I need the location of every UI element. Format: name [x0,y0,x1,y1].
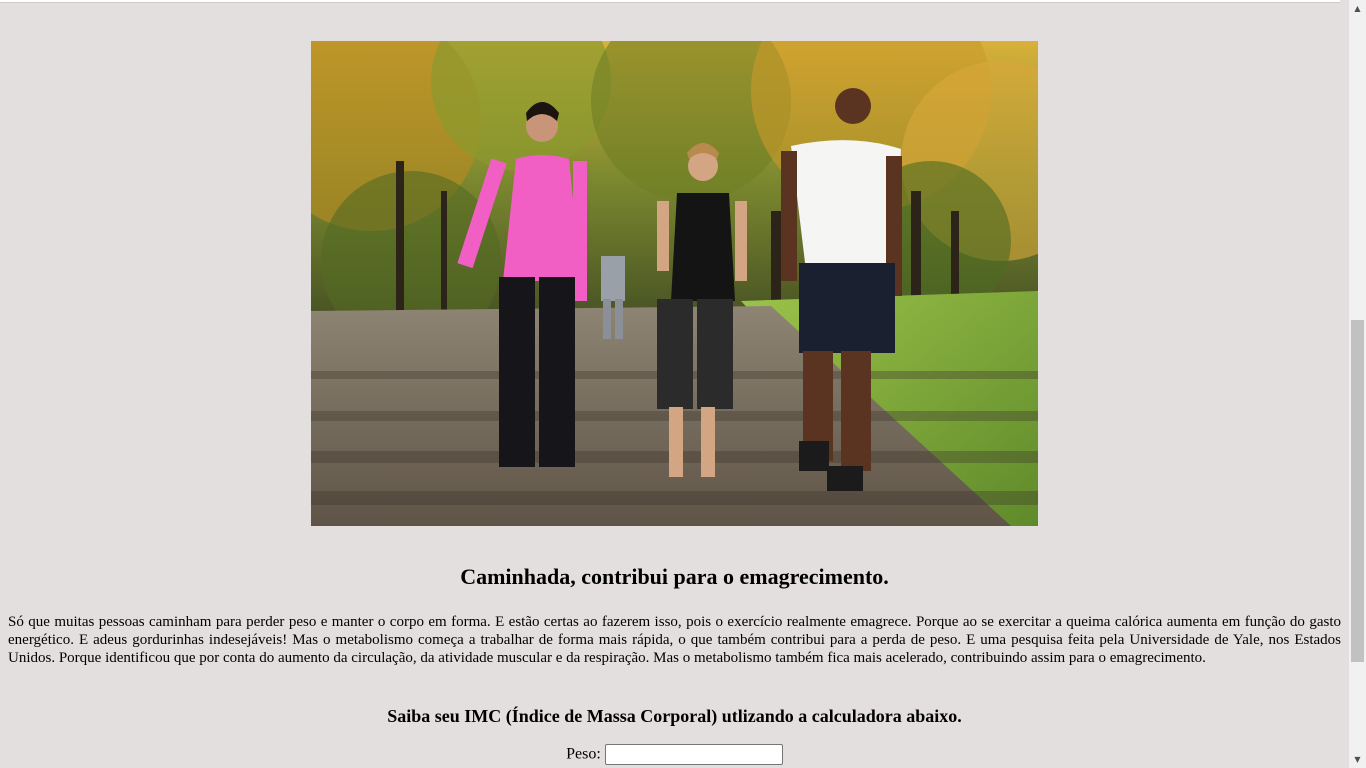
peso-label: Peso: [566,745,601,763]
scroll-down-icon[interactable]: ▼ [1349,751,1366,768]
walking-photo-illustration [311,41,1038,526]
imc-calculator-heading: Saiba seu IMC (Índice de Massa Corporal)… [387,706,962,726]
peso-form-row: Peso: [0,744,1349,765]
page-viewport: Caminhada, contribui para o emagreciment… [0,0,1349,768]
scrollbar-thumb[interactable] [1351,320,1364,662]
article-body: Só que muitas pessoas caminham para perd… [8,614,1341,666]
scroll-up-icon[interactable]: ▲ [1349,0,1366,17]
top-divider [0,0,1340,3]
article-title: Caminhada, contribui para o emagreciment… [460,564,889,589]
peso-input[interactable] [604,744,783,765]
vertical-scrollbar[interactable]: ▲ ▼ [1349,0,1366,768]
hero-image [311,41,1038,526]
